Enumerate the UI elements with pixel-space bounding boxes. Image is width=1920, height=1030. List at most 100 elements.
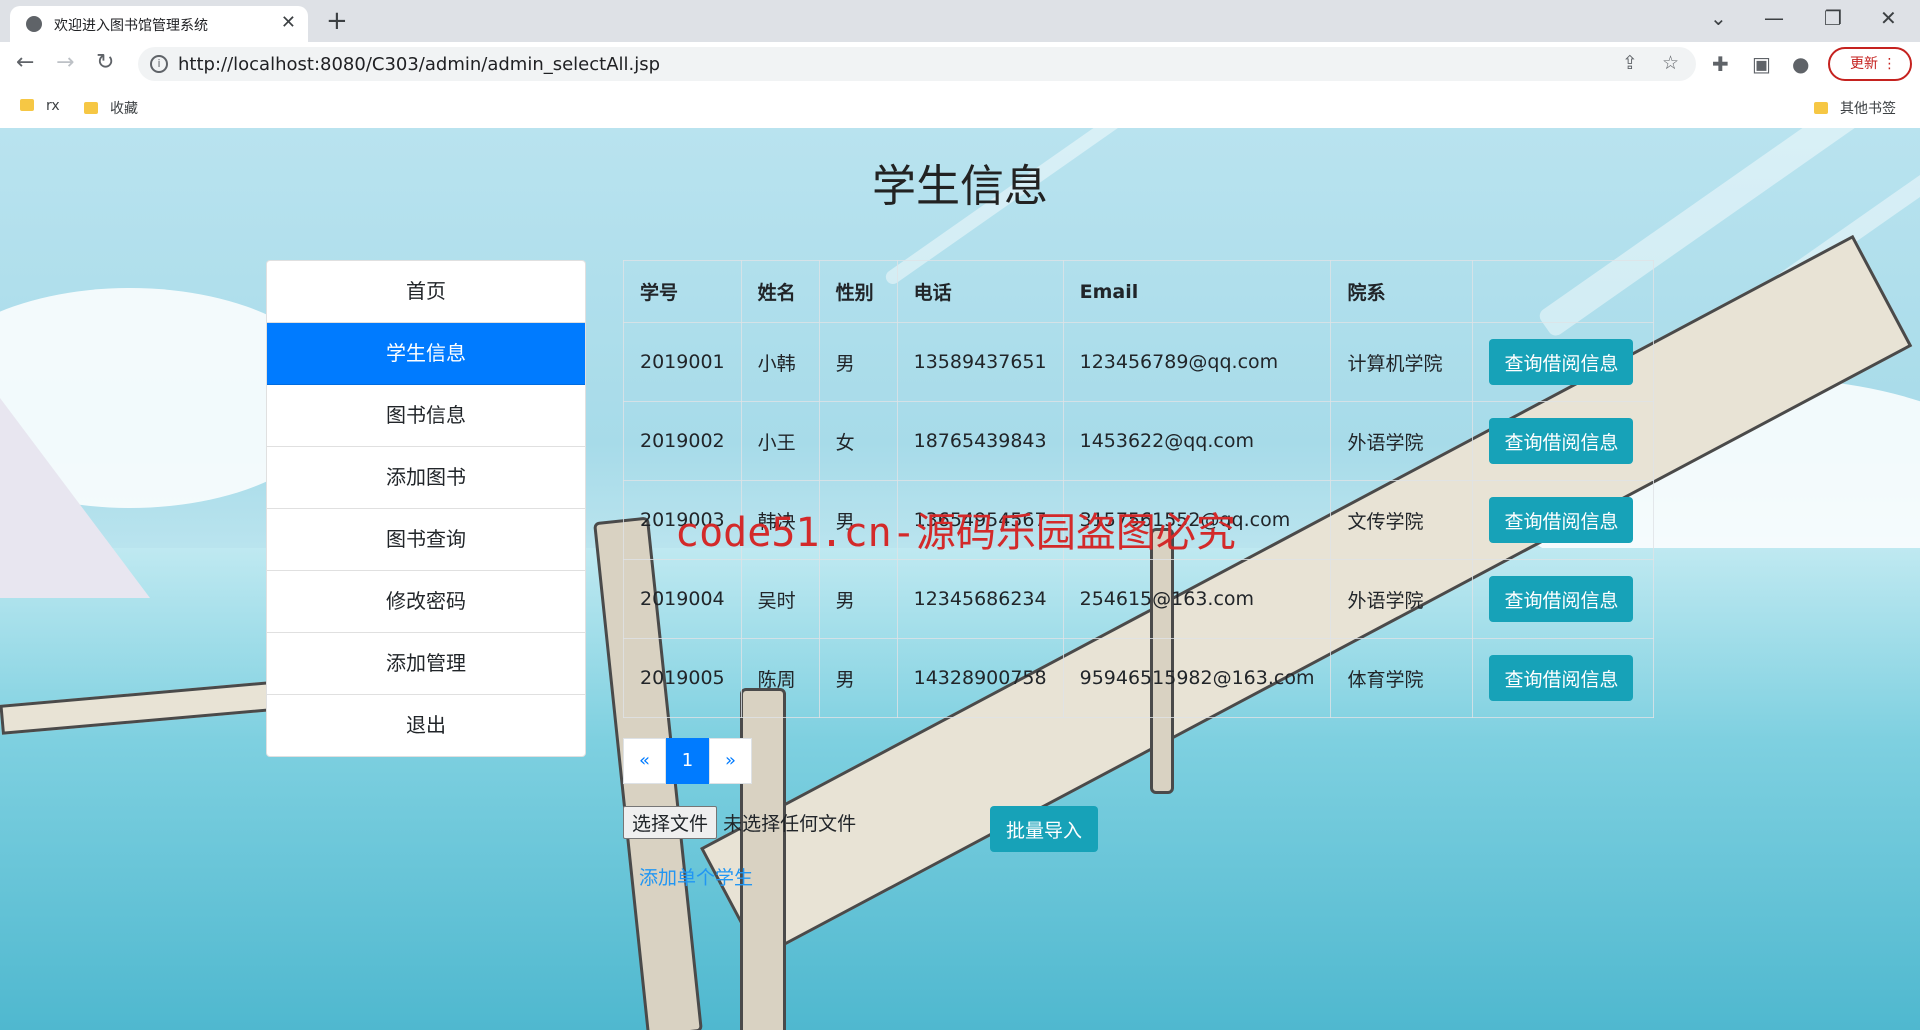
back-button[interactable]: ← xyxy=(16,50,34,75)
cell-student-id: 2019005 xyxy=(623,638,742,718)
cell-gender: 男 xyxy=(818,638,898,718)
sailboat-illustration xyxy=(0,398,150,598)
sidebar-item-add-book[interactable]: 添加图书 xyxy=(267,447,585,509)
table-row: 2019005 陈周 男 14328900758 95946515982@163… xyxy=(623,638,1654,718)
column-header-phone: 电话 xyxy=(896,260,1064,323)
table-row: 2019001 小韩 男 13589437651 123456789@qq.co… xyxy=(623,322,1654,402)
extensions-icon[interactable]: ✚ xyxy=(1712,52,1729,76)
folder-icon xyxy=(84,102,98,114)
cell-phone: 13589437651 xyxy=(896,322,1064,402)
minimize-button[interactable]: — xyxy=(1764,6,1784,30)
cell-action: 查询借阅信息 xyxy=(1472,401,1654,481)
url-text[interactable]: http://localhost:8080/C303/admin/admin_s… xyxy=(178,54,660,75)
browser-toolbar: ← → ↻ i http://localhost:8080/C303/admin… xyxy=(0,42,1920,88)
add-student-link[interactable]: 添加单个学生 xyxy=(639,863,753,890)
cell-student-id: 2019004 xyxy=(623,559,742,639)
cell-phone: 12345686234 xyxy=(896,559,1064,639)
tab-title: 欢迎进入图书馆管理系统 xyxy=(54,18,208,34)
restore-button[interactable]: ❐ xyxy=(1824,6,1842,30)
cell-department: 外语学院 xyxy=(1330,559,1474,639)
cell-department: 文传学院 xyxy=(1330,480,1474,560)
site-info-icon[interactable]: i xyxy=(150,55,168,73)
table-row: 2019002 小王 女 18765439843 1453622@qq.com … xyxy=(623,401,1654,481)
pagination: « 1 » xyxy=(623,738,752,784)
column-header-name: 姓名 xyxy=(740,260,820,323)
sidebar-item-student-info[interactable]: 学生信息 xyxy=(267,323,585,385)
folder-icon xyxy=(1814,102,1828,114)
cell-phone: 18765439843 xyxy=(896,401,1064,481)
cell-action: 查询借阅信息 xyxy=(1472,322,1654,402)
cell-action: 查询借阅信息 xyxy=(1472,559,1654,639)
sidebar-item-home[interactable]: 首页 xyxy=(267,261,585,323)
sidebar-item-logout[interactable]: 退出 xyxy=(267,695,585,756)
batch-import-button[interactable]: 批量导入 xyxy=(990,806,1099,852)
student-table: 学号 姓名 性别 电话 Email 院系 2019001 小韩 男 135894… xyxy=(623,260,1654,718)
cell-gender: 女 xyxy=(818,401,898,481)
bookmarks-bar: rx 收藏 其他书签 xyxy=(0,88,1920,129)
watermark-text: code51.cn-源码乐园盗图必究 xyxy=(675,510,1236,556)
page-viewport: 学生信息 首页 学生信息 图书信息 添加图书 图书查询 修改密码 添加管理 退出… xyxy=(0,128,1920,1030)
close-tab-icon[interactable]: ✕ xyxy=(281,12,296,33)
side-panel-icon[interactable]: ▣ xyxy=(1752,52,1771,76)
cell-student-id: 2019002 xyxy=(623,401,742,481)
folder-icon xyxy=(20,99,34,111)
table-header-row: 学号 姓名 性别 电话 Email 院系 xyxy=(623,260,1654,323)
profile-avatar-icon[interactable]: ● xyxy=(1792,52,1809,76)
page-title: 学生信息 xyxy=(872,161,1048,212)
query-borrow-button[interactable]: 查询借阅信息 xyxy=(1489,655,1634,701)
cell-action: 查询借阅信息 xyxy=(1472,480,1654,560)
sidebar-item-add-admin[interactable]: 添加管理 xyxy=(267,633,585,695)
other-bookmarks[interactable]: 其他书签 xyxy=(1814,98,1896,118)
bookmark-folder-favorites[interactable]: 收藏 xyxy=(84,98,138,118)
bookmark-folder-rx[interactable]: rx xyxy=(20,98,60,114)
query-borrow-button[interactable]: 查询借阅信息 xyxy=(1489,497,1634,543)
cell-gender: 男 xyxy=(818,322,898,402)
column-header-id: 学号 xyxy=(623,260,742,323)
cell-email: 95946515982@163.com xyxy=(1062,638,1332,718)
cell-student-name: 陈周 xyxy=(740,638,820,718)
query-borrow-button[interactable]: 查询借阅信息 xyxy=(1489,418,1634,464)
cell-email: 123456789@qq.com xyxy=(1062,322,1332,402)
column-header-action xyxy=(1472,260,1654,323)
cell-email: 254615@163.com xyxy=(1062,559,1332,639)
cell-department: 外语学院 xyxy=(1330,401,1474,481)
bookmark-star-icon[interactable]: ☆ xyxy=(1662,52,1679,74)
table-row: 2019004 吴时 男 12345686234 254615@163.com … xyxy=(623,559,1654,639)
file-status: 未选择任何文件 xyxy=(723,813,857,835)
sidebar-item-book-info[interactable]: 图书信息 xyxy=(267,385,585,447)
browser-tab[interactable]: 欢迎进入图书馆管理系统 ✕ xyxy=(10,6,308,42)
column-header-department: 院系 xyxy=(1330,260,1474,323)
sidebar-nav: 首页 学生信息 图书信息 添加图书 图书查询 修改密码 添加管理 退出 xyxy=(266,260,586,757)
cell-email: 1453622@qq.com xyxy=(1062,401,1332,481)
cell-student-name: 小王 xyxy=(740,401,820,481)
cell-department: 体育学院 xyxy=(1330,638,1474,718)
query-borrow-button[interactable]: 查询借阅信息 xyxy=(1489,339,1634,385)
cell-gender: 男 xyxy=(818,559,898,639)
query-borrow-button[interactable]: 查询借阅信息 xyxy=(1489,576,1634,622)
reload-button[interactable]: ↻ xyxy=(96,50,114,75)
cell-phone: 14328900758 xyxy=(896,638,1064,718)
tab-search-icon[interactable]: ⌄ xyxy=(1710,6,1727,30)
column-header-email: Email xyxy=(1062,260,1332,323)
file-upload: 选择文件 未选择任何文件 xyxy=(623,806,856,839)
sidebar-item-change-password[interactable]: 修改密码 xyxy=(267,571,585,633)
globe-icon xyxy=(26,16,42,32)
cell-student-name: 吴时 xyxy=(740,559,820,639)
address-bar[interactable]: i http://localhost:8080/C303/admin/admin… xyxy=(138,47,1696,81)
column-header-gender: 性别 xyxy=(818,260,898,323)
update-button[interactable]: 更新 ⋮ xyxy=(1828,47,1912,81)
cell-action: 查询借阅信息 xyxy=(1472,638,1654,718)
new-tab-button[interactable]: + xyxy=(326,6,348,36)
choose-file-button[interactable]: 选择文件 xyxy=(623,806,718,839)
cell-department: 计算机学院 xyxy=(1330,322,1474,402)
cell-student-id: 2019001 xyxy=(623,322,742,402)
close-window-button[interactable]: ✕ xyxy=(1880,6,1897,30)
sidebar-item-book-search[interactable]: 图书查询 xyxy=(267,509,585,571)
pagination-prev[interactable]: « xyxy=(623,738,666,784)
share-icon[interactable]: ⇪ xyxy=(1622,52,1638,74)
browser-tabstrip: 欢迎进入图书馆管理系统 ✕ + ⌄ — ❐ ✕ xyxy=(0,0,1920,42)
cell-student-name: 小韩 xyxy=(740,322,820,402)
forward-button[interactable]: → xyxy=(56,50,74,75)
pagination-page-1[interactable]: 1 xyxy=(666,738,709,784)
pagination-next[interactable]: » xyxy=(709,738,752,784)
